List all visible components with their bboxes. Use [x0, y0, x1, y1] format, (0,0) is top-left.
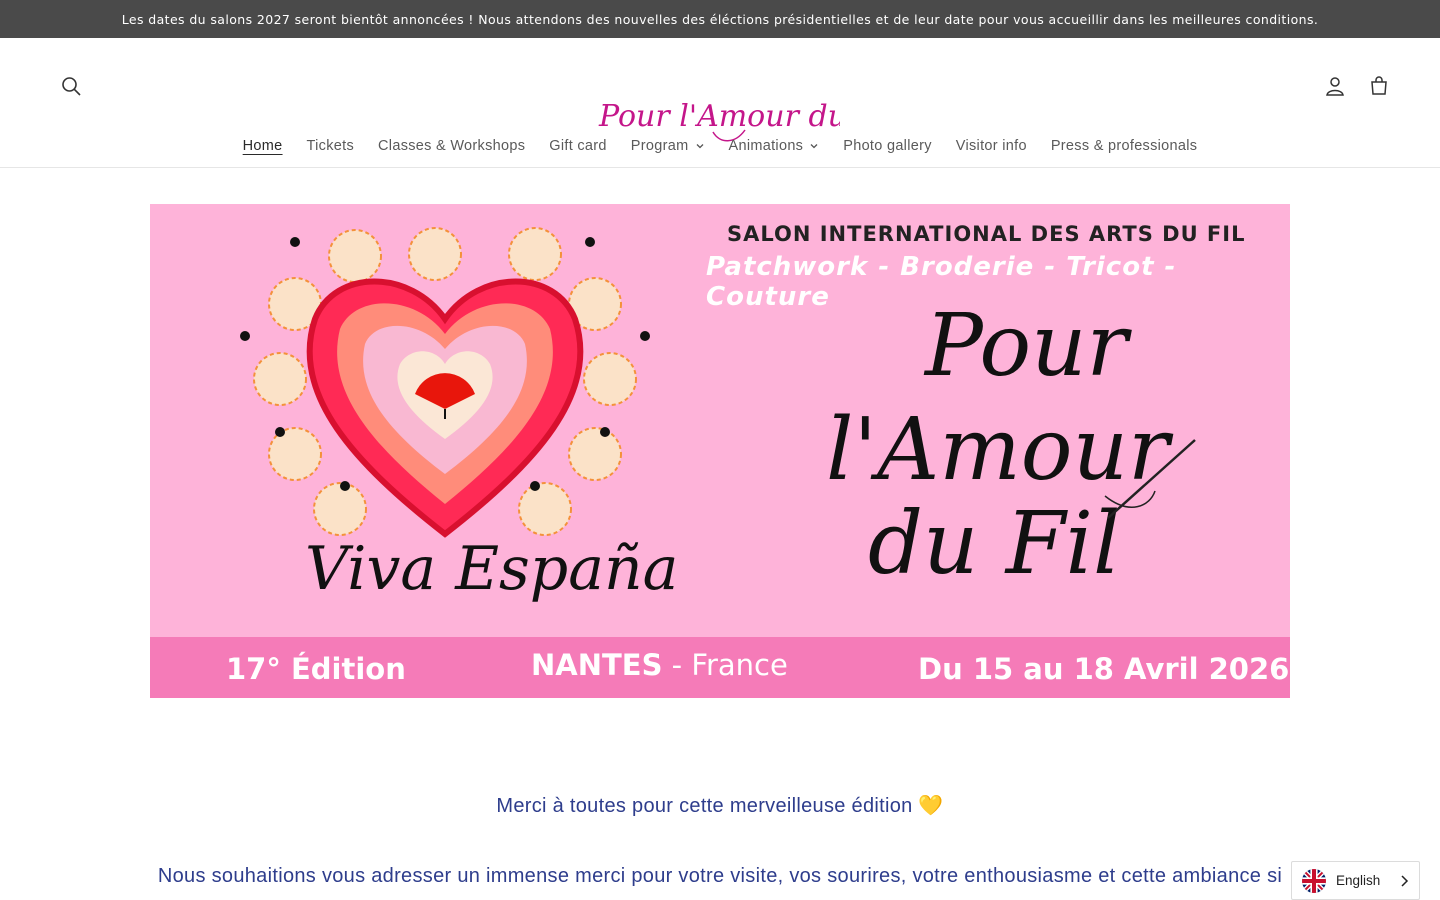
banner-edition: 17° Édition: [226, 652, 406, 686]
uk-flag-icon: [1302, 868, 1326, 893]
banner-title: SALON INTERNATIONAL DES ARTS DU FIL: [727, 222, 1246, 246]
account-icon: [1326, 77, 1344, 96]
banner-city-name: NANTES: [531, 648, 663, 682]
nav-item-label: Press & professionals: [1050, 138, 1198, 154]
chevron-down-icon: [810, 144, 818, 149]
nav-item-label: Visitor info: [955, 138, 1027, 154]
account-button[interactable]: [1317, 68, 1353, 104]
cart-icon: [1371, 76, 1387, 95]
site-header: Pour l'Amour du Fil Home Tickets Classes…: [0, 38, 1440, 168]
chevron-right-icon: [1401, 874, 1409, 887]
nav-item-label: Photo gallery: [843, 138, 932, 154]
chevron-down-icon: [696, 144, 703, 149]
nav-item-animations[interactable]: Animations: [717, 138, 832, 154]
language-label: English: [1336, 873, 1381, 888]
nav-item-program[interactable]: Program: [619, 138, 717, 154]
main-nav: Home Tickets Classes & Workshops Gift ca…: [0, 133, 1440, 159]
banner-city: NANTES - France: [531, 648, 788, 682]
nav-item-photo-gallery[interactable]: Photo gallery: [831, 138, 944, 154]
banner-theme: Viva España: [305, 534, 679, 604]
language-switcher[interactable]: English: [1291, 861, 1420, 900]
banner-dates: Du 15 au 18 Avril 2026: [918, 652, 1290, 686]
heart-mandala-illustration: [240, 227, 650, 538]
nav-item-label: Tickets: [306, 138, 355, 154]
nav-item-label: Home: [242, 138, 283, 154]
nav-item-press-professionals[interactable]: Press & professionals: [1039, 138, 1210, 154]
banner-country: - France: [662, 648, 788, 682]
banner-image: SALON INTERNATIONAL DES ARTS DU FIL Patc…: [150, 204, 1290, 698]
nav-item-label: Gift card: [549, 138, 607, 154]
search-button[interactable]: [53, 68, 89, 104]
nav-item-visitor-info[interactable]: Visitor info: [944, 138, 1039, 154]
banner-script-pour: Pour: [925, 296, 1128, 396]
nav-item-label: Classes & Workshops: [378, 138, 526, 154]
nav-item-label: Program: [630, 138, 689, 154]
needle-icon: [1104, 439, 1196, 519]
thanks-heading: Merci à toutes pour cette merveilleuse é…: [496, 795, 944, 817]
thanks-paragraph: Nous souhaitions vous adresser un immens…: [157, 865, 1283, 887]
nav-item-gift-card[interactable]: Gift card: [537, 138, 619, 154]
nav-item-tickets[interactable]: Tickets: [295, 138, 366, 154]
banner-script-dufil: du Fil: [868, 494, 1121, 594]
search-icon: [62, 77, 81, 96]
nav-item-label: Animations: [728, 138, 804, 154]
announcement-text: Les dates du salons 2027 seront bientôt …: [121, 11, 1319, 27]
hero-banner: SALON INTERNATIONAL DES ARTS DU FIL Patc…: [150, 204, 1290, 698]
nav-item-home[interactable]: Home: [231, 138, 295, 154]
announcement-bar: Les dates du salons 2027 seront bientôt …: [0, 0, 1440, 38]
cart-button[interactable]: [1361, 68, 1397, 104]
nav-item-classes-workshops[interactable]: Classes & Workshops: [366, 138, 537, 154]
svg-text:Pour l'Amour du Fil: Pour l'Amour du Fil: [598, 99, 840, 134]
